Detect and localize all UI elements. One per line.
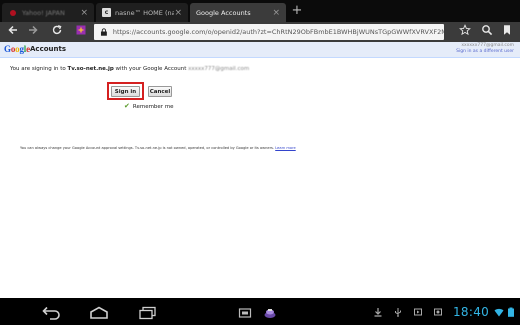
usb-icon xyxy=(393,307,403,317)
logo-letter: G xyxy=(4,44,11,54)
google-accounts-header: Google Accounts xxxxxx777@gmail.com Sign… xyxy=(0,42,520,58)
nasne-favicon-icon: c xyxy=(102,8,111,17)
recent-apps-icon[interactable] xyxy=(137,305,159,320)
bookmark-icon[interactable] xyxy=(74,24,88,40)
tab-google-accounts[interactable]: Google Accounts × xyxy=(190,3,286,22)
learn-more-link[interactable]: Learn more xyxy=(275,146,296,150)
cancel-button[interactable]: Cancel xyxy=(148,86,172,97)
close-tab-icon[interactable]: × xyxy=(272,8,280,18)
screenshot-icon[interactable] xyxy=(238,305,252,319)
browser-toolbar: https://accounts.google.com/o/openid2/au… xyxy=(0,22,520,42)
new-tab-button[interactable]: + xyxy=(290,3,304,19)
signing-email: xxxxx777@gmail.com xyxy=(188,66,250,72)
home-nav-icon[interactable] xyxy=(88,305,110,319)
back-arrow-icon[interactable] xyxy=(6,24,20,40)
close-tab-icon[interactable]: × xyxy=(80,8,88,18)
remember-me-checkbox[interactable]: ✔ Remember me xyxy=(124,103,174,110)
app-shortcut-icon[interactable] xyxy=(263,305,277,319)
back-nav-icon[interactable] xyxy=(40,305,62,320)
media-icon-2 xyxy=(433,307,443,317)
bookmarks-icon[interactable] xyxy=(500,24,514,40)
media-icon xyxy=(413,307,423,317)
wifi-icon xyxy=(494,307,504,317)
signing-in-message: You are signing in to Tv.so-net.ne.jp wi… xyxy=(10,66,249,72)
clock[interactable]: 18:40 xyxy=(453,305,489,319)
tab-label: Google Accounts xyxy=(196,8,251,17)
tab-label: Yahoo! JAPAN xyxy=(22,8,65,17)
forward-arrow-icon[interactable] xyxy=(26,24,40,40)
search-icon[interactable] xyxy=(480,24,494,40)
tab-nasne[interactable]: c nasne™ HOME (nasne2) × xyxy=(96,3,188,22)
switch-user-link[interactable]: Sign in as a different user xyxy=(456,49,514,55)
web-page: Google Accounts xxxxxx777@gmail.com Sign… xyxy=(0,42,520,298)
url-text: https://accounts.google.com/o/openid2/au… xyxy=(112,28,444,36)
sign-in-button[interactable]: Sign in xyxy=(111,86,140,97)
refresh-icon[interactable] xyxy=(50,24,64,40)
google-logo: Google xyxy=(4,44,30,54)
footnote-text: You can always change your Google Accoun… xyxy=(20,146,275,150)
close-tab-icon[interactable]: × xyxy=(174,8,182,18)
url-bar[interactable]: https://accounts.google.com/o/openid2/au… xyxy=(94,24,444,40)
system-bar: 18:40 xyxy=(0,298,520,325)
accounts-title: Accounts xyxy=(30,45,67,53)
battery-icon xyxy=(507,307,515,317)
site-name: Tv.so-net.ne.jp xyxy=(67,66,114,72)
tab-strip: Yahoo! JAPAN × c nasne™ HOME (nasne2) × … xyxy=(0,0,520,22)
remember-me-label: Remember me xyxy=(132,103,174,110)
signing-prefix: You are signing in to xyxy=(10,66,66,72)
lock-icon xyxy=(100,28,107,36)
star-icon[interactable] xyxy=(458,24,472,40)
approval-footnote: You can always change your Google Accoun… xyxy=(20,146,296,150)
tab-label: nasne™ HOME (nasne2) xyxy=(115,8,175,17)
account-info: xxxxxx777@gmail.com Sign in as a differe… xyxy=(456,43,514,55)
yahoo-favicon-icon xyxy=(10,9,16,16)
checkmark-icon: ✔ xyxy=(124,102,130,110)
download-icon xyxy=(373,307,383,317)
signing-middle: with your Google Account xyxy=(115,66,187,72)
tab-yahoo[interactable]: Yahoo! JAPAN × xyxy=(2,3,94,22)
